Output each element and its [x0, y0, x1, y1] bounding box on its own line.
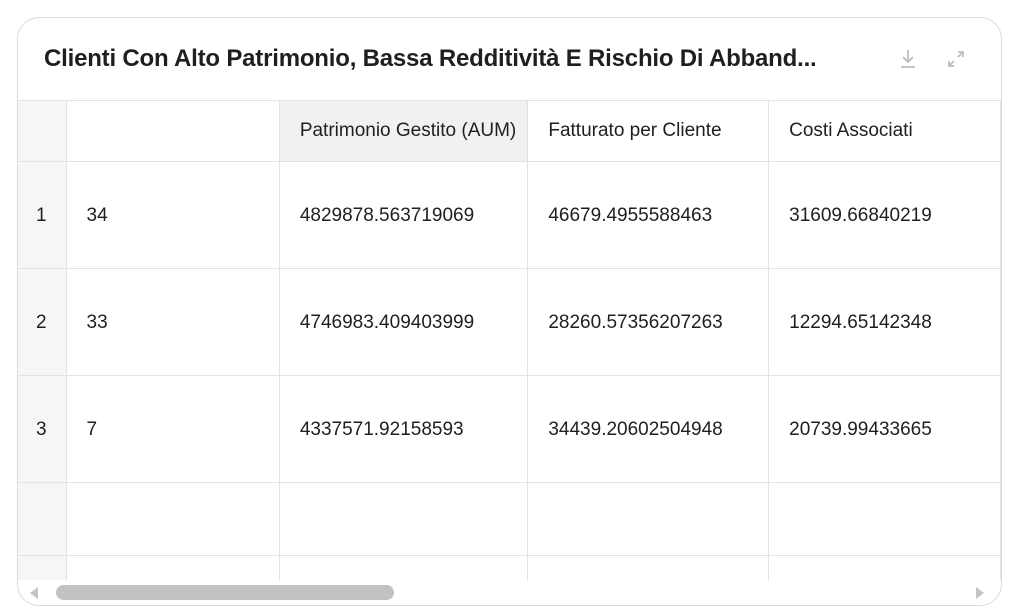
costs-cell[interactable]: 31609.66840219	[768, 161, 1001, 269]
widget-header: Clienti Con Alto Patrimonio, Bassa Reddi…	[18, 18, 1001, 100]
id-cell[interactable]: 33	[66, 268, 280, 376]
empty-cell	[18, 482, 67, 556]
empty-cell	[768, 555, 1001, 580]
aum-cell[interactable]: 4746983.409403999	[279, 268, 529, 376]
row-index-cell: 2	[18, 268, 67, 376]
id-cell[interactable]: 34	[66, 161, 280, 269]
empty-cell	[527, 555, 770, 580]
expand-button[interactable]	[942, 45, 970, 73]
table-row[interactable]: 3 7 4337571.92158593 34439.20602504948 2…	[18, 375, 1001, 483]
arrow-left-icon[interactable]	[30, 587, 38, 599]
arrow-right-icon[interactable]	[976, 587, 984, 599]
revenue-cell[interactable]: 46679.4955588463	[527, 161, 770, 269]
row-index-cell: 3	[18, 375, 67, 483]
table-widget-card: Clienti Con Alto Patrimonio, Bassa Reddi…	[17, 17, 1002, 606]
revenue-cell[interactable]: 34439.20602504948	[527, 375, 770, 483]
column-header-revenue[interactable]: Fatturato per Cliente	[527, 100, 770, 162]
table-row[interactable]: 1 34 4829878.563719069 46679.4955588463 …	[18, 161, 1001, 269]
table-viewport[interactable]: Patrimonio Gestito (AUM) Fatturato per C…	[18, 100, 1001, 580]
revenue-cell[interactable]: 28260.57356207263	[527, 268, 770, 376]
costs-cell[interactable]: 20739.99433665	[768, 375, 1001, 483]
column-header-index[interactable]	[18, 100, 67, 162]
widget-title: Clienti Con Alto Patrimonio, Bassa Reddi…	[44, 45, 817, 72]
empty-cell	[279, 482, 529, 556]
column-header-id[interactable]	[66, 100, 280, 162]
empty-cell	[66, 555, 280, 580]
data-table: Patrimonio Gestito (AUM) Fatturato per C…	[18, 100, 1001, 580]
row-index-cell: 1	[18, 161, 67, 269]
empty-cell	[66, 482, 280, 556]
column-header-costs[interactable]: Costi Associati	[768, 100, 1001, 162]
table-header-row: Patrimonio Gestito (AUM) Fatturato per C…	[18, 100, 1001, 162]
empty-cell	[768, 482, 1001, 556]
empty-cell	[527, 482, 770, 556]
horizontal-scrollbar[interactable]	[18, 580, 1001, 605]
table-row[interactable]: 2 33 4746983.409403999 28260.57356207263…	[18, 268, 1001, 376]
empty-table-row	[18, 555, 1001, 580]
column-header-aum[interactable]: Patrimonio Gestito (AUM)	[279, 100, 529, 162]
aum-cell[interactable]: 4829878.563719069	[279, 161, 529, 269]
costs-cell[interactable]: 12294.65142348	[768, 268, 1001, 376]
aum-cell[interactable]: 4337571.92158593	[279, 375, 529, 483]
empty-cell	[279, 555, 529, 580]
expand-icon	[948, 51, 964, 67]
id-cell[interactable]: 7	[66, 375, 280, 483]
empty-cell	[18, 555, 67, 580]
download-icon	[901, 50, 915, 68]
empty-table-row	[18, 482, 1001, 556]
download-button[interactable]	[894, 45, 922, 73]
scrollbar-thumb[interactable]	[56, 585, 394, 600]
